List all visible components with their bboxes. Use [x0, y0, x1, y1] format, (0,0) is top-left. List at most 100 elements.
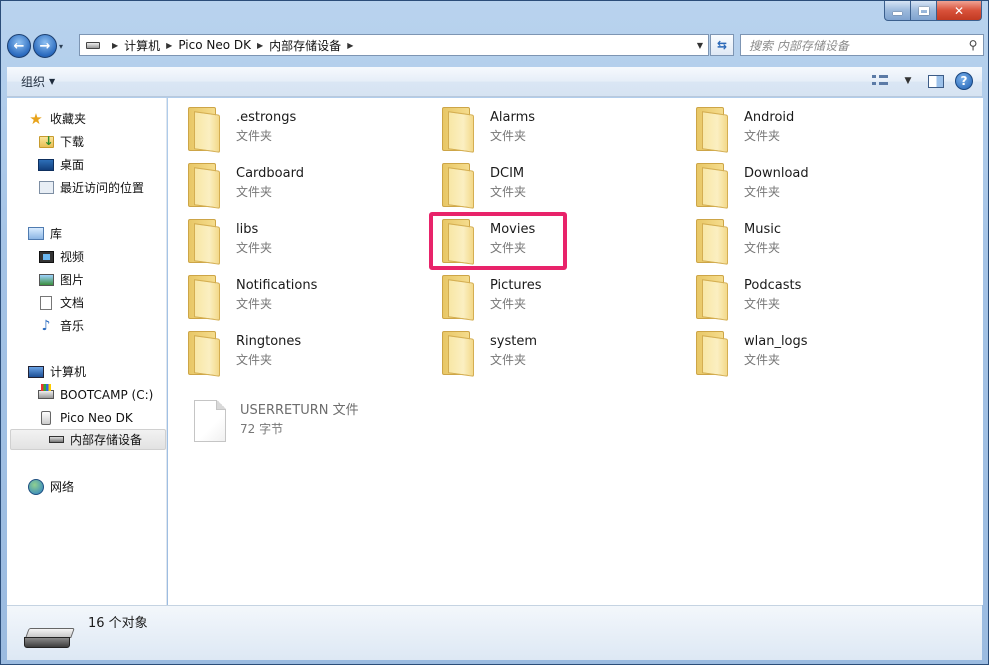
sidebar-libraries[interactable]: 库: [27, 223, 187, 244]
star-icon: ★: [29, 109, 43, 128]
sidebar-network-label: 网络: [50, 480, 75, 494]
folder-icon: [186, 107, 220, 153]
sidebar-libraries-label: 库: [50, 227, 63, 241]
folder-name: wlan_logs: [744, 334, 808, 349]
view-options-dropdown[interactable]: ▼: [898, 71, 918, 91]
refresh-button[interactable]: ⇆: [710, 34, 734, 56]
folder-type: 文件夹: [744, 241, 781, 255]
recent-pages-dropdown[interactable]: ▾: [59, 42, 69, 51]
folder-type: 文件夹: [236, 353, 273, 367]
folder-item[interactable]: Pictures 文件夹: [422, 273, 662, 321]
sidebar-network[interactable]: 网络: [27, 476, 187, 497]
folder-item[interactable]: system 文件夹: [422, 329, 662, 377]
folder-name: Music: [744, 222, 781, 237]
folder-name: system: [490, 334, 537, 349]
command-bar: 组织 ▼ ▼ ?: [7, 67, 982, 97]
folder-item[interactable]: Ringtones 文件夹: [168, 329, 408, 377]
documents-icon: [40, 295, 52, 310]
recent-places-icon: [38, 181, 54, 194]
folder-name: Download: [744, 166, 809, 181]
folder-type: 文件夹: [490, 129, 527, 143]
folder-item[interactable]: DCIM 文件夹: [422, 161, 662, 209]
folder-item[interactable]: Notifications 文件夹: [168, 273, 408, 321]
folder-item[interactable]: libs 文件夹: [168, 217, 408, 265]
maximize-button[interactable]: [911, 1, 937, 21]
breadcrumb-internal-storage[interactable]: 内部存储设备: [269, 37, 341, 54]
folder-icon: [694, 163, 728, 209]
minimize-button[interactable]: [884, 1, 911, 21]
folder-item[interactable]: Music 文件夹: [676, 217, 916, 265]
folder-item[interactable]: Alarms 文件夹: [422, 105, 662, 153]
change-view-button[interactable]: [870, 71, 890, 91]
folder-icon: [440, 275, 474, 321]
chevron-right-icon[interactable]: ▶: [112, 41, 118, 50]
folder-name: Podcasts: [744, 278, 802, 293]
forward-arrow-icon: →: [39, 38, 51, 54]
breadcrumb-pico-neo-dk[interactable]: Pico Neo DK: [178, 38, 251, 52]
folder-icon: [440, 331, 474, 377]
folder-type: 文件夹: [490, 297, 527, 311]
back-button[interactable]: ←: [7, 34, 31, 58]
network-globe-icon: [28, 478, 44, 495]
folder-icon: [694, 219, 728, 265]
folder-icon: [440, 107, 474, 153]
folder-icon: [186, 219, 220, 265]
organize-label: 组织: [21, 75, 46, 89]
folder-item[interactable]: Android 文件夹: [676, 105, 916, 153]
file-list: .estrongs 文件夹 Alarms 文件夹 Android 文件夹 Cardbo…: [168, 98, 983, 605]
pictures-icon: [38, 273, 54, 286]
file-item[interactable]: USERRETURN 文件 72 字节: [168, 398, 408, 446]
sidebar-computer[interactable]: 计算机: [27, 361, 187, 382]
chevron-down-icon: ▼: [904, 76, 912, 86]
folder-type: 文件夹: [490, 353, 527, 367]
chevron-right-icon[interactable]: ▶: [257, 41, 263, 50]
breadcrumb-computer[interactable]: 计算机: [124, 37, 160, 54]
folder-type: 文件夹: [744, 297, 781, 311]
folder-icon: [186, 163, 220, 209]
folder-item[interactable]: Download 文件夹: [676, 161, 916, 209]
chevron-down-icon: ▼: [49, 77, 56, 86]
folder-item[interactable]: Podcasts 文件夹: [676, 273, 916, 321]
file-size: 72 字节: [240, 422, 284, 436]
sidebar-item-label: 文档: [60, 296, 85, 310]
search-icon[interactable]: ⚲: [963, 38, 983, 52]
folder-item[interactable]: .estrongs 文件夹: [168, 105, 408, 153]
forward-button[interactable]: →: [33, 34, 57, 58]
folder-name: Android: [744, 110, 795, 125]
toolbar-right: ▼ ?: [870, 71, 974, 91]
address-dropdown-icon[interactable]: ▼: [692, 41, 708, 50]
address-bar[interactable]: ▶ 计算机 ▶ Pico Neo DK ▶ 内部存储设备 ▶ ▼: [79, 34, 709, 56]
folder-name: Cardboard: [236, 166, 304, 181]
folder-name: .estrongs: [236, 110, 297, 125]
folder-type: 文件夹: [744, 353, 781, 367]
folder-name: Notifications: [236, 278, 318, 293]
details-pane: 16 个对象: [7, 605, 982, 660]
close-button[interactable]: ✕: [937, 1, 982, 21]
sidebar-item-label: 图片: [60, 273, 85, 287]
folder-icon: [694, 275, 728, 321]
folder-item[interactable]: Cardboard 文件夹: [168, 161, 408, 209]
sidebar-item-label: 内部存储设备: [70, 433, 143, 447]
folder-name: DCIM: [490, 166, 525, 181]
help-button[interactable]: ?: [954, 71, 974, 91]
desktop-icon: [38, 158, 54, 171]
chevron-right-icon[interactable]: ▶: [347, 41, 353, 50]
navigation-pane: ★ 收藏夹 下载 桌面 最近访问的位置 库 视频 图片 文档: [7, 98, 167, 605]
search-box[interactable]: 搜索 内部存储设备 ⚲: [740, 34, 984, 56]
sidebar-item-internal-storage[interactable]: 内部存储设备: [10, 429, 166, 450]
item-count: 16 个对象: [88, 616, 148, 631]
preview-pane-button[interactable]: [926, 71, 946, 91]
drive-icon: [86, 41, 100, 49]
help-icon: ?: [955, 72, 973, 90]
computer-icon: [28, 365, 44, 378]
chevron-right-icon[interactable]: ▶: [166, 41, 172, 50]
sidebar-favorites[interactable]: ★ 收藏夹: [27, 108, 187, 129]
folder-icon: [694, 331, 728, 377]
folder-item[interactable]: wlan_logs 文件夹: [676, 329, 916, 377]
file-name: USERRETURN 文件: [240, 403, 359, 418]
minimize-icon: [893, 12, 902, 15]
folder-name: Pictures: [490, 278, 542, 293]
search-input[interactable]: 搜索 内部存储设备: [749, 37, 963, 54]
organize-menu-button[interactable]: 组织 ▼: [21, 73, 55, 90]
folder-icon: [440, 163, 474, 209]
